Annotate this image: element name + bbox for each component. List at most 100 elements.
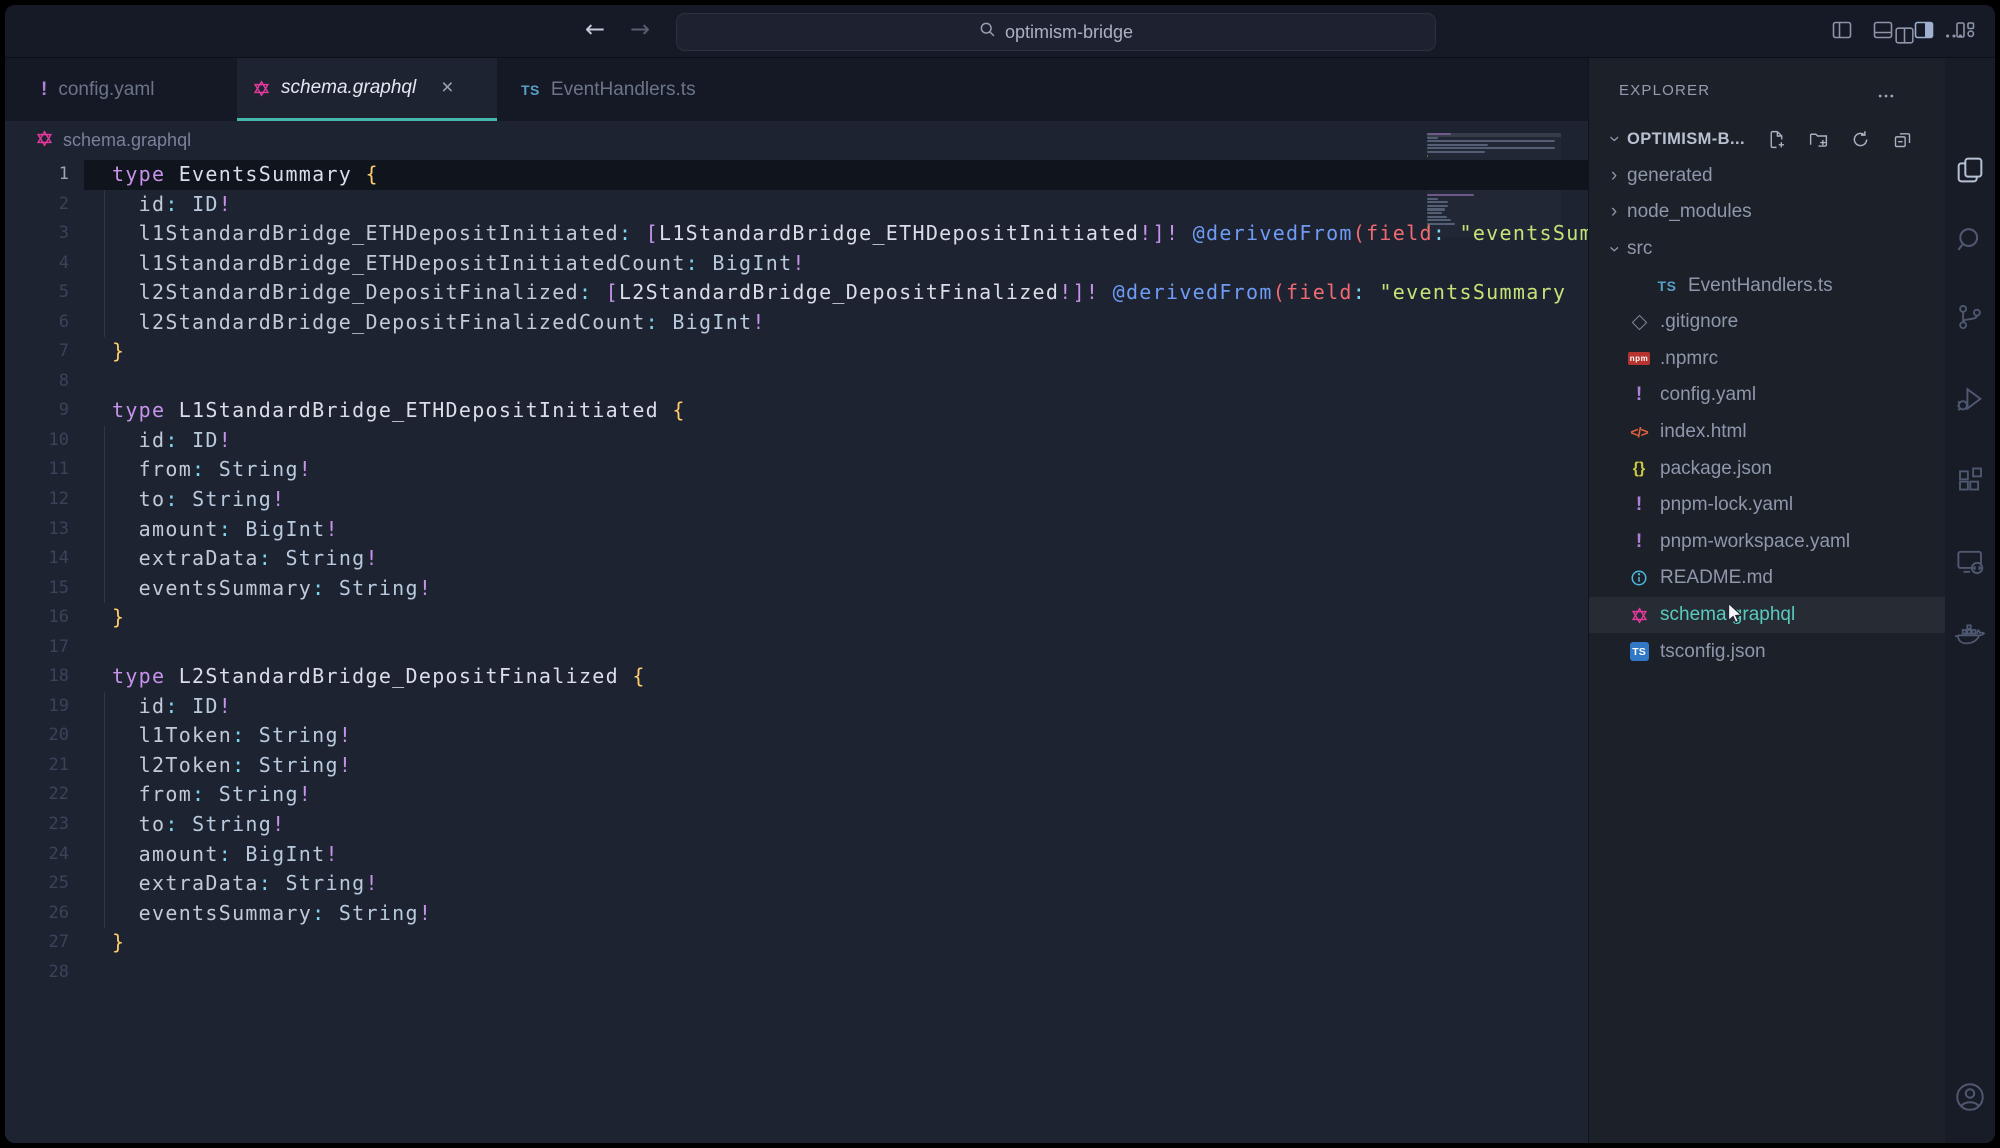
file-index-html[interactable]: </>index.html (1589, 414, 1951, 451)
item-label: src (1627, 238, 1652, 260)
folder-src[interactable]: ›src (1589, 231, 1951, 268)
code-line-20[interactable]: 20 l1Token: String! (5, 721, 1588, 751)
code-line-15[interactable]: 15 eventsSummary: String! (5, 574, 1588, 604)
tab-eventhandlers-ts[interactable]: TSEventHandlers.ts (505, 58, 737, 121)
project-root-optimism-bridge[interactable]: ›OPTIMISM-B... (1589, 121, 1951, 158)
code-line-9[interactable]: 9type L1StandardBridge_ETHDepositInitiat… (5, 396, 1588, 426)
history-forward-icon[interactable]: → (630, 15, 650, 43)
yaml-icon: ! (1636, 531, 1642, 553)
title-bar: ← → optimism-bridge (5, 5, 1995, 58)
collapse-folders-icon[interactable] (1892, 129, 1913, 155)
file-pnpm-lock-yaml[interactable]: !pnpm-lock.yaml (1589, 487, 1951, 524)
file--npmrc[interactable]: npm.npmrc (1589, 341, 1951, 378)
search-icon[interactable] (1955, 224, 1986, 260)
account-icon[interactable] (1953, 1080, 1987, 1119)
line-number: 28 (5, 958, 69, 988)
yaml-icon: ! (1636, 494, 1642, 516)
code-line-5[interactable]: 5 l2StandardBridge_DepositFinalized: [L2… (5, 278, 1588, 308)
file-package-json[interactable]: {}package.json (1589, 450, 1951, 487)
indent-guide (104, 515, 105, 545)
more-actions-icon[interactable] (1943, 25, 1965, 52)
code-line-14[interactable]: 14 extraData: String! (5, 544, 1588, 574)
indent-guide (104, 810, 105, 840)
folder-node_modules[interactable]: ›node_modules (1589, 194, 1951, 231)
refresh-explorer-icon[interactable] (1850, 129, 1871, 155)
file-readme-md[interactable]: README.md (1589, 560, 1951, 597)
indent-guide (104, 780, 105, 810)
breadcrumb[interactable]: schema.graphql (5, 121, 1588, 160)
file--gitignore[interactable]: .gitignore (1589, 304, 1951, 341)
file-eventhandlers-ts[interactable]: TSEventHandlers.ts (1589, 267, 1951, 304)
code-line-25[interactable]: 25 extraData: String! (5, 869, 1588, 899)
code-line-13[interactable]: 13 amount: BigInt! (5, 515, 1588, 545)
toggle-primary-sidebar-icon[interactable] (1830, 18, 1854, 42)
code-line-11[interactable]: 11 from: String! (5, 455, 1588, 485)
code-line-21[interactable]: 21 l2Token: String! (5, 751, 1588, 781)
indent-guide (104, 219, 105, 249)
file-schema-graphql[interactable]: schema.graphql (1589, 597, 1951, 634)
yaml-icon: ! (41, 79, 47, 101)
code-line-12[interactable]: 12 to: String! (5, 485, 1588, 515)
line-number: 14 (5, 544, 69, 574)
code-line-23[interactable]: 23 to: String! (5, 810, 1588, 840)
code-line-28[interactable]: 28 (5, 958, 1588, 988)
code-line-24[interactable]: 24 amount: BigInt! (5, 840, 1588, 870)
code-line-2[interactable]: 2 id: ID! (5, 190, 1588, 220)
code-line-27[interactable]: 27} (5, 928, 1588, 958)
explorer-more-icon[interactable] (1876, 86, 1896, 111)
tab-label: config.yaml (58, 79, 154, 101)
item-label: config.yaml (1660, 384, 1756, 406)
split-editor-icon[interactable] (1892, 23, 1917, 53)
source-control-icon[interactable] (1955, 302, 1985, 337)
indent-guide (104, 190, 105, 220)
explorer-icon[interactable] (1954, 154, 1986, 191)
code-line-17[interactable]: 17 (5, 633, 1588, 663)
explorer-title[interactable]: EXPLORER (1619, 82, 1710, 99)
code-line-1[interactable]: 1type EventsSummary { (5, 160, 1588, 190)
docker-icon[interactable] (1954, 620, 1986, 657)
run-debug-icon[interactable] (1955, 384, 1986, 420)
indent-guide (104, 751, 105, 781)
code-line-10[interactable]: 10 id: ID! (5, 426, 1588, 456)
code-line-7[interactable]: 7} (5, 337, 1588, 367)
new-folder-icon[interactable] (1808, 129, 1829, 155)
file-config-yaml[interactable]: !config.yaml (1589, 377, 1951, 414)
file-tsconfig-json[interactable]: TStsconfig.json (1589, 633, 1951, 670)
chevron-down-icon: › (1603, 126, 1625, 152)
line-number: 9 (5, 396, 69, 426)
typescript-icon: TS (1658, 278, 1677, 294)
tab-label: schema.graphql (281, 77, 416, 99)
tab-config-yaml[interactable]: ! config.yaml (25, 58, 197, 121)
line-number: 23 (5, 810, 69, 840)
line-number: 7 (5, 337, 69, 367)
code-line-4[interactable]: 4 l1StandardBridge_ETHDepositInitiatedCo… (5, 249, 1588, 279)
code-line-26[interactable]: 26 eventsSummary: String! (5, 899, 1588, 929)
code-line-19[interactable]: 19 id: ID! (5, 692, 1588, 722)
code-line-6[interactable]: 6 l2StandardBridge_DepositFinalizedCount… (5, 308, 1588, 338)
line-number: 18 (5, 662, 69, 692)
code-line-8[interactable]: 8 (5, 367, 1588, 397)
new-file-icon[interactable] (1766, 129, 1787, 155)
json-icon: {} (1633, 460, 1645, 478)
tab-schema-graphql[interactable]: schema.graphql × (237, 58, 497, 121)
extensions-icon[interactable] (1955, 466, 1985, 501)
indent-guide (104, 426, 105, 456)
folder-generated[interactable]: ›generated (1589, 158, 1951, 195)
indent-guide (104, 455, 105, 485)
code-line-18[interactable]: 18type L2StandardBridge_DepositFinalized… (5, 662, 1588, 692)
file-pnpm-workspace-yaml[interactable]: !pnpm-workspace.yaml (1589, 524, 1951, 561)
indent-guide (104, 869, 105, 899)
code-editor[interactable]: 1type EventsSummary {2 id: ID!3 l1Standa… (5, 160, 1589, 1143)
command-center-search[interactable]: optimism-bridge (676, 13, 1436, 51)
remote-explorer-icon[interactable] (1955, 546, 1986, 582)
line-number: 6 (5, 308, 69, 338)
code-line-16[interactable]: 16} (5, 603, 1588, 633)
activity-bar (1945, 58, 1995, 1143)
line-number: 5 (5, 278, 69, 308)
close-tab-icon[interactable]: × (441, 76, 453, 100)
indent-guide (104, 721, 105, 751)
code-line-3[interactable]: 3 l1StandardBridge_ETHDepositInitiated: … (5, 219, 1588, 249)
history-back-icon[interactable]: ← (585, 15, 605, 43)
code-line-22[interactable]: 22 from: String! (5, 780, 1588, 810)
chevron-down-icon: › (1603, 236, 1625, 262)
